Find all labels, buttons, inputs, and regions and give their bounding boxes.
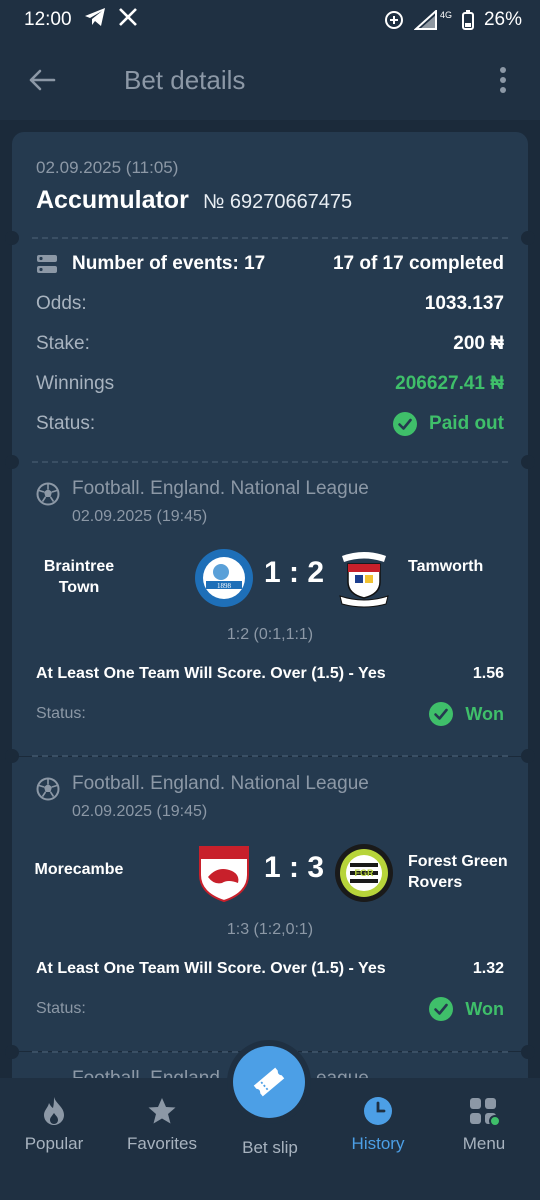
card-notch — [521, 749, 535, 763]
card-notch — [5, 231, 19, 245]
home-team: Braintree Town — [43, 558, 115, 596]
page-title: Bet details — [124, 64, 246, 95]
nav-label: History — [351, 1134, 405, 1153]
battery-level: 26% — [483, 9, 522, 30]
braintree-town-logo: 1898 — [195, 549, 253, 607]
card-notch — [521, 1045, 535, 1059]
card-notch — [5, 749, 19, 763]
away-team: Forest Green Rovers — [408, 853, 508, 891]
nav-menu[interactable]: Menu — [430, 1078, 538, 1178]
event-card: Football. England. National League 02.09… — [12, 757, 528, 1051]
network-type: 4G — [439, 10, 452, 20]
card-divider — [32, 237, 508, 239]
status-time: 12:00 — [24, 9, 72, 30]
check-circle-icon — [429, 702, 454, 726]
card-notch — [5, 455, 19, 469]
fgr-monogram: FGR — [355, 868, 374, 878]
event-status-label: Status: — [36, 705, 86, 722]
ticket-icon — [253, 1067, 285, 1097]
market-name: At Least One Team Will Score. Over (1.5)… — [36, 960, 386, 977]
events-completed: 17 of 17 completed — [332, 253, 504, 274]
stake-value: 200 ₦ — [453, 333, 504, 354]
nav-label: Favorites — [127, 1134, 197, 1153]
soccer-ball-icon — [36, 482, 60, 506]
odds-value: 1033.137 — [424, 293, 504, 314]
events-list-icon — [37, 255, 57, 273]
bet-header-card: 02.09.2025 (11:05) Accumulator № 6927066… — [12, 132, 528, 238]
event-card: Football. England. National League 02.09… — [12, 462, 528, 756]
event-date: 02.09.2025 (19:45) — [72, 508, 208, 525]
nav-popular[interactable]: Popular — [0, 1078, 108, 1178]
market-odd: 1.56 — [472, 665, 504, 682]
check-circle-icon — [393, 412, 418, 436]
nav-label: Popular — [24, 1134, 84, 1153]
event-status-label: Status: — [36, 1000, 86, 1017]
bet-date: 02.09.2025 (11:05) — [36, 158, 179, 177]
bet-type: Accumulator — [36, 186, 189, 214]
bet-summary: Number of events: 17 17 of 17 completed … — [12, 238, 528, 462]
star-icon — [148, 1098, 176, 1124]
bet-number: № 69270667475 — [202, 191, 353, 213]
nav-label: Bet slip — [242, 1138, 298, 1157]
x-icon — [118, 7, 138, 33]
more-options-button[interactable] — [488, 52, 518, 108]
score-detail: 1:2 (0:1,1:1) — [226, 626, 314, 643]
telegram-icon — [84, 7, 106, 33]
market-name: At Least One Team Will Score. Over (1.5)… — [36, 665, 386, 682]
signal-icon — [413, 10, 438, 30]
bet-status-value: Paid out — [429, 413, 504, 434]
home-team: Morecambe — [34, 861, 124, 878]
flame-icon — [44, 1097, 64, 1125]
card-notch — [521, 455, 535, 469]
away-team: Tamworth — [408, 558, 484, 575]
check-circle-icon — [429, 997, 454, 1021]
winnings-value: 206627.41 ₦ — [395, 373, 504, 394]
nav-label: Menu — [462, 1134, 506, 1153]
back-button[interactable] — [14, 52, 70, 108]
card-notch — [521, 231, 535, 245]
winnings-label: Winnings — [36, 373, 115, 394]
match-score: 1 : 2 — [263, 556, 325, 589]
morecambe-logo — [199, 846, 249, 903]
status-bar: 12:00 4G 26% — [0, 0, 540, 40]
event-date: 02.09.2025 (19:45) — [72, 803, 208, 820]
event-status-value: Won — [465, 998, 504, 1019]
card-notch — [5, 1045, 19, 1059]
grid-icon — [470, 1098, 500, 1126]
status-label: Status: — [36, 413, 96, 434]
app-bar: Bet details — [0, 40, 540, 120]
card-divider — [32, 461, 508, 463]
nav-favorites[interactable]: Favorites — [108, 1078, 216, 1178]
match-score: 1 : 3 — [263, 851, 325, 884]
forest-green-rovers-logo: FGR — [335, 844, 393, 902]
market-odd: 1.32 — [472, 960, 504, 977]
soccer-ball-icon — [36, 777, 60, 801]
arrow-left-icon — [29, 69, 56, 91]
battery-icon — [461, 10, 474, 30]
braintree-year: 1898 — [217, 582, 232, 590]
event-league: Football. England. National League — [72, 478, 369, 499]
data-saver-icon — [384, 10, 404, 30]
events-count: Number of events: 17 — [72, 253, 266, 274]
card-divider — [32, 755, 508, 757]
nav-history[interactable]: History — [324, 1078, 432, 1178]
bet-slip-button[interactable] — [233, 1046, 305, 1118]
event-league: Football. England. National League — [72, 773, 369, 794]
more-vertical-icon — [500, 67, 506, 93]
score-detail: 1:3 (1:2,0:1) — [226, 921, 314, 938]
event-status-value: Won — [465, 703, 504, 724]
odds-label: Odds: — [36, 293, 87, 314]
tamworth-logo — [339, 552, 389, 608]
clock-icon — [364, 1097, 392, 1125]
stake-label: Stake: — [36, 333, 90, 354]
